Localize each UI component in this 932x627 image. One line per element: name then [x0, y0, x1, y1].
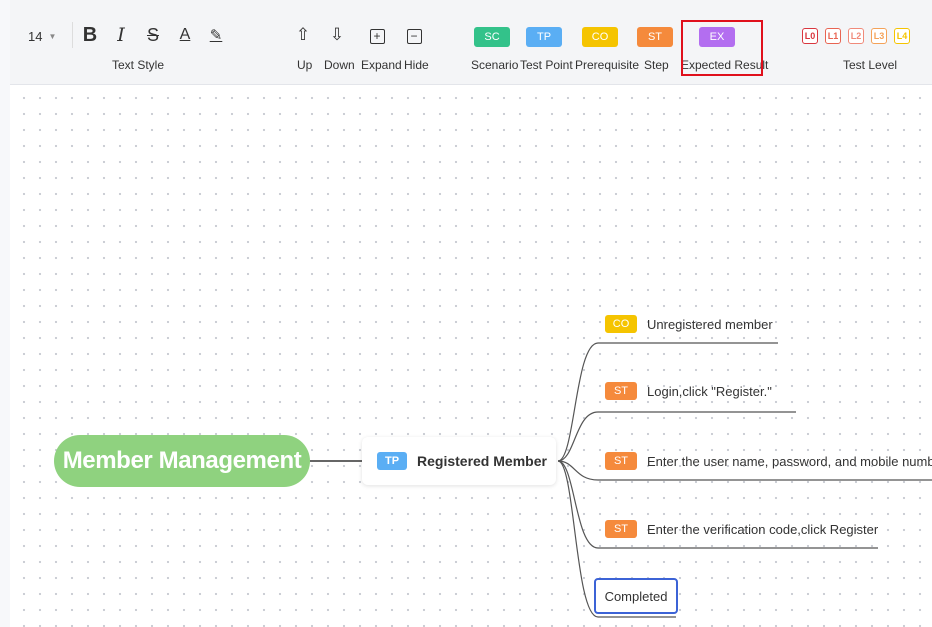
step-node[interactable]: ST Enter the verification code,click Reg…	[605, 520, 878, 538]
test-point-tag: TP	[377, 452, 407, 470]
node-text: Enter the verification code,click Regist…	[647, 521, 879, 537]
node-text: Login,click "Register."	[647, 383, 772, 399]
branch-line	[557, 342, 778, 462]
step-tag: ST	[605, 520, 637, 538]
node-text: Enter the user name, password, and mobil…	[647, 453, 932, 469]
test-point-text: Registered Member	[417, 453, 547, 469]
prerequisite-tag: CO	[605, 315, 637, 333]
step-tag: ST	[605, 452, 637, 470]
test-point-node[interactable]: TP Registered Member	[362, 437, 556, 485]
step-node[interactable]: ST Enter the user name, password, and mo…	[605, 452, 932, 470]
node-text: Unregistered member	[647, 316, 773, 332]
root-node[interactable]: Member Management	[54, 435, 310, 487]
prerequisite-node[interactable]: CO Unregistered member	[605, 315, 773, 333]
completed-node[interactable]: Completed	[594, 578, 678, 614]
step-tag: ST	[605, 382, 637, 400]
step-node[interactable]: ST Login,click "Register."	[605, 382, 772, 400]
